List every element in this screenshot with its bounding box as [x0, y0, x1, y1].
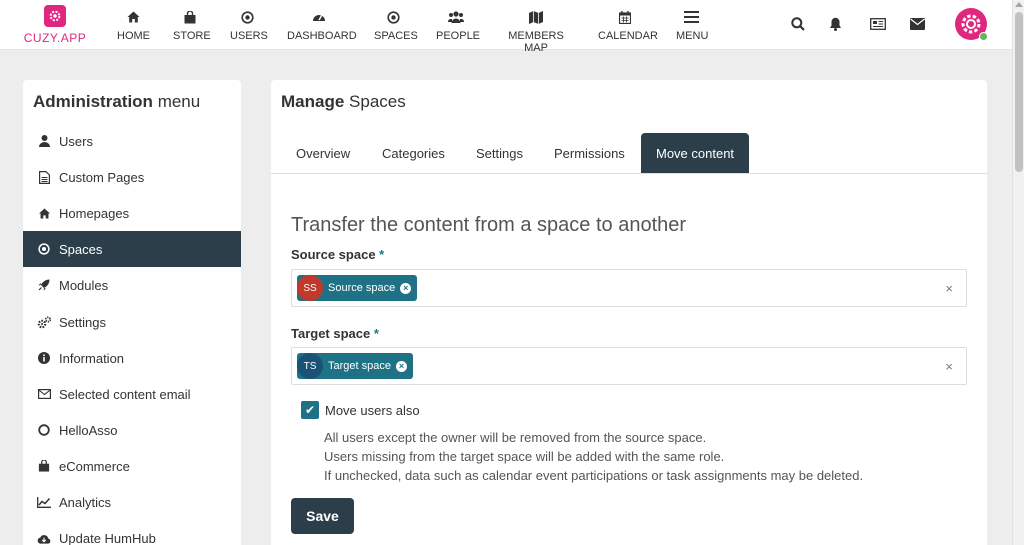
home-icon [37, 206, 51, 220]
nav-store[interactable]: STORE [173, 8, 211, 42]
sidebar-item-selected-content-email[interactable]: Selected content email [23, 376, 241, 412]
home-icon [117, 8, 149, 26]
sidebar-item-custom-pages[interactable]: Custom Pages [23, 159, 241, 195]
users-icon [436, 8, 475, 26]
help-line: Users missing from the target space will… [324, 449, 725, 464]
space-avatar: SS [297, 275, 323, 301]
file-icon [37, 170, 51, 184]
calendar-icon [598, 8, 651, 26]
sidebar-title: Administration menu [33, 92, 201, 111]
info-circle-icon [37, 351, 51, 365]
newspaper-icon[interactable] [870, 16, 886, 32]
nav-home[interactable]: HOME [117, 8, 150, 42]
dot-circle-icon [230, 8, 264, 26]
page-scrollbar[interactable] [1012, 0, 1024, 545]
top-navigation-bar: CUZY.APP HOME STORE USERS DASHBOARD SPAC… [0, 0, 1012, 54]
move-users-checkbox[interactable]: ✔ [301, 401, 319, 419]
checkmark-icon: ✔ [304, 403, 316, 417]
manage-spaces-panel: Manage Spaces Overview Categories Settin… [271, 80, 987, 545]
sidebar-item-helloasso[interactable]: HelloAsso [23, 412, 241, 448]
form-heading: Transfer the content from a space to ano… [291, 214, 687, 236]
scroll-thumb[interactable] [1015, 12, 1023, 172]
bars-icon [676, 8, 707, 26]
move-users-label[interactable]: Move users also [325, 403, 420, 418]
source-space-chip: SS Source space × [297, 275, 418, 301]
target-space-chip: TS Target space × [297, 353, 413, 379]
sidebar-item-homepages[interactable]: Homepages [23, 195, 241, 231]
clear-selection-icon[interactable]: × [945, 359, 953, 374]
brand-name: CUZY.APP [23, 31, 87, 45]
nav-dashboard[interactable]: DASHBOARD [287, 8, 357, 42]
remove-chip-icon[interactable]: × [395, 360, 407, 372]
sidebar-item-ecommerce[interactable]: eCommerce [23, 448, 241, 484]
chip-label: Source space [328, 282, 396, 294]
admin-sidebar: Administration menu Users Custom Pages H… [23, 80, 241, 545]
chip-label: Target space [328, 360, 391, 372]
clear-selection-icon[interactable]: × [945, 281, 953, 296]
tab-permissions[interactable]: Permissions [539, 133, 640, 173]
tab-categories[interactable]: Categories [367, 133, 460, 173]
sidebar-item-analytics[interactable]: Analytics [23, 484, 241, 520]
brand-logo[interactable]: CUZY.APP [22, 5, 88, 45]
dot-circle-icon [374, 8, 412, 26]
source-space-picker[interactable]: SS Source space × × [291, 269, 967, 307]
line-chart-icon [37, 495, 51, 509]
nav-calendar[interactable]: CALENDAR [598, 8, 658, 42]
rocket-icon [37, 278, 51, 292]
target-space-label: Target space * [291, 326, 379, 341]
source-space-label: Source space * [291, 247, 385, 262]
page-title: Manage Spaces [281, 92, 406, 111]
sidebar-item-update-humhub[interactable]: Update HumHub [23, 520, 241, 545]
nav-users[interactable]: USERS [230, 8, 268, 42]
cloud-download-icon [37, 531, 51, 545]
help-line: If unchecked, data such as calendar even… [324, 468, 864, 483]
target-space-picker[interactable]: TS Target space × × [291, 347, 967, 385]
dot-circle-icon [37, 242, 51, 256]
scroll-up-arrow-icon[interactable] [1015, 2, 1023, 7]
nav-people[interactable]: PEOPLE [436, 8, 480, 42]
shopping-bag-icon [37, 459, 51, 473]
logo-gear-icon [44, 5, 66, 27]
space-avatar: TS [297, 353, 323, 379]
sidebar-item-modules[interactable]: Modules [23, 267, 241, 303]
tab-settings[interactable]: Settings [461, 133, 538, 173]
tab-move-content[interactable]: Move content [641, 133, 750, 173]
move-users-help: All users except the owner will be remov… [324, 428, 863, 485]
nav-menu[interactable]: MENU [676, 8, 708, 42]
envelope-icon[interactable] [909, 16, 925, 32]
envelope-icon [37, 387, 51, 401]
sidebar-item-users[interactable]: Users [23, 123, 241, 159]
save-button[interactable]: Save [291, 498, 354, 534]
sidebar-item-information[interactable]: Information [23, 340, 241, 376]
bell-icon[interactable] [827, 16, 843, 32]
remove-chip-icon[interactable]: × [400, 282, 412, 294]
nav-spaces[interactable]: SPACES [374, 8, 418, 42]
user-icon [37, 134, 51, 148]
nav-members-map[interactable]: MEMBERS MAP [499, 8, 573, 54]
sidebar-item-settings[interactable]: Settings [23, 304, 241, 340]
sidebar-item-spaces[interactable]: Spaces [23, 231, 241, 267]
tab-bar: Overview Categories Settings Permissions… [271, 133, 987, 174]
help-line: All users except the owner will be remov… [324, 430, 707, 445]
shopping-bag-icon [173, 8, 207, 26]
online-status-indicator [979, 32, 988, 41]
search-icon[interactable] [790, 16, 806, 32]
circle-icon [37, 423, 51, 437]
tachometer-icon [287, 8, 350, 26]
tab-overview[interactable]: Overview [281, 133, 365, 173]
map-icon [499, 8, 573, 26]
cogs-icon [37, 315, 51, 329]
